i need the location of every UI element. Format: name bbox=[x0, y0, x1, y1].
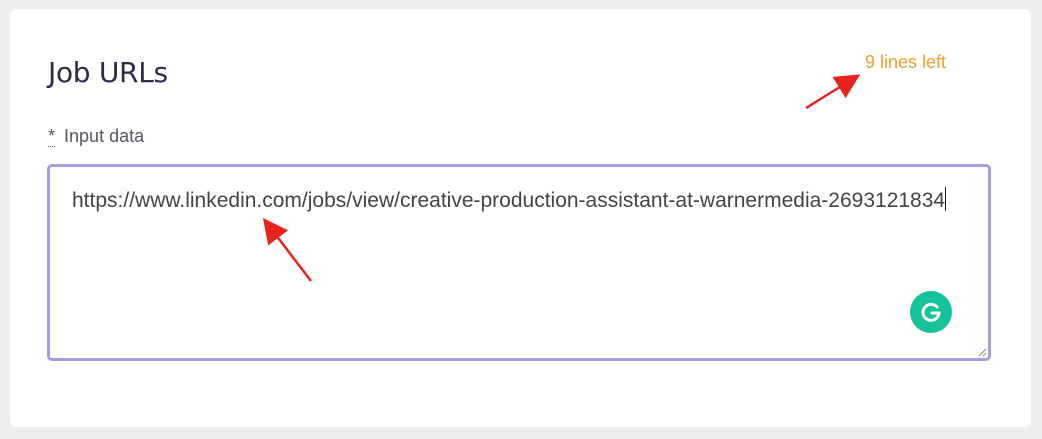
input-data-label: * Input data bbox=[48, 125, 144, 147]
job-urls-card: Job URLs 9 lines left * Input data https… bbox=[10, 9, 1031, 427]
required-marker: * bbox=[48, 126, 56, 147]
resize-handle-icon[interactable] bbox=[977, 347, 987, 357]
input-data-label-text: Input data bbox=[64, 126, 145, 146]
grammarly-g-glyph bbox=[921, 302, 941, 322]
textarea-value: https://www.linkedin.com/jobs/view/creat… bbox=[72, 189, 946, 212]
input-data-textarea[interactable]: https://www.linkedin.com/jobs/view/creat… bbox=[47, 164, 991, 361]
grammarly-icon[interactable] bbox=[910, 291, 952, 333]
text-caret bbox=[945, 187, 947, 211]
lines-left-counter: 9 lines left bbox=[865, 52, 947, 72]
section-title: Job URLs bbox=[48, 56, 168, 89]
